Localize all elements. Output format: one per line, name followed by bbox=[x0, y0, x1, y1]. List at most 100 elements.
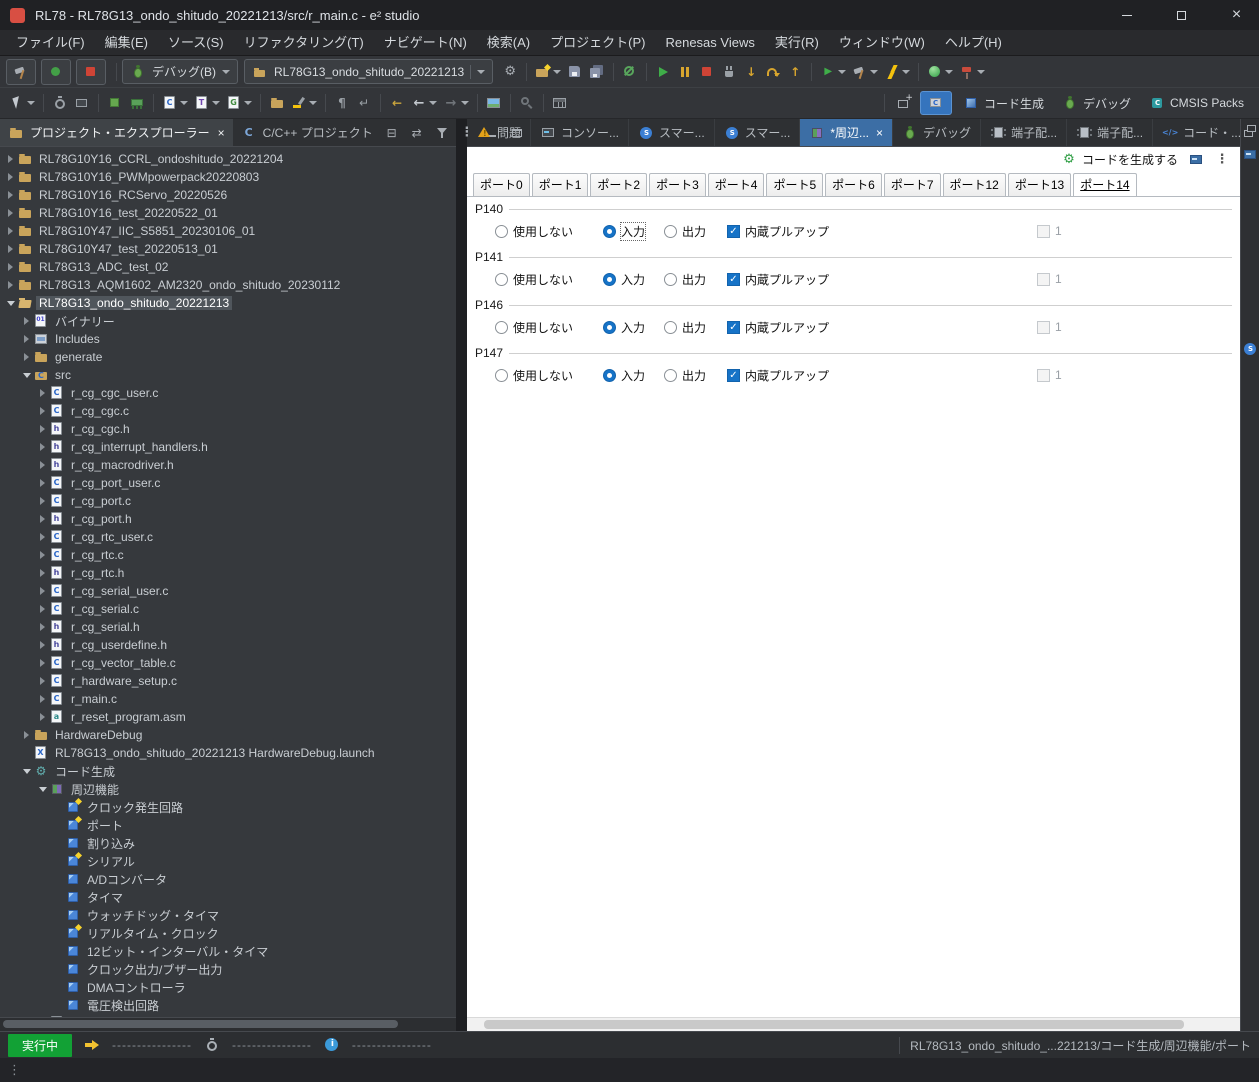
expand-arrow-icon[interactable] bbox=[4, 155, 17, 163]
tree-item[interactable]: r_cg_serial.h bbox=[0, 618, 456, 636]
tree-item[interactable]: r_cg_interrupt_handlers.h bbox=[0, 438, 456, 456]
port-tab-ポート5[interactable]: ポート5 bbox=[766, 173, 824, 196]
console-icon[interactable] bbox=[1188, 152, 1204, 168]
skip-breakpoint-button[interactable] bbox=[619, 62, 641, 82]
tree-item[interactable]: r_cg_serial.c bbox=[0, 600, 456, 618]
tree-item[interactable]: RL78G13_ondo_shitudo_20221213 bbox=[0, 294, 456, 312]
menu-item-10[interactable]: ウィンドウ(W) bbox=[829, 30, 935, 55]
radio-option[interactable]: 使用しない bbox=[495, 223, 603, 240]
expand-arrow-icon[interactable] bbox=[36, 425, 49, 433]
chip-green-button[interactable] bbox=[104, 93, 126, 113]
debug-config-combo[interactable]: デバッグ(B) bbox=[122, 59, 238, 84]
menu-item-9[interactable]: 実行(R) bbox=[765, 30, 829, 55]
tree-item[interactable]: r_main.c bbox=[0, 690, 456, 708]
expand-arrow-icon[interactable] bbox=[36, 407, 49, 415]
search-dim-button[interactable] bbox=[516, 93, 538, 113]
open-perspective-button[interactable] bbox=[894, 93, 916, 113]
expand-arrow-icon[interactable] bbox=[36, 389, 49, 397]
perspective-button-2[interactable]: デバッグ bbox=[1055, 92, 1138, 115]
brush-button[interactable] bbox=[288, 93, 320, 113]
resume-button[interactable] bbox=[652, 62, 674, 82]
tree-item[interactable]: src bbox=[0, 366, 456, 384]
tree-item[interactable]: バイナリー bbox=[0, 312, 456, 330]
tree-item[interactable]: r_cg_cgc.c bbox=[0, 402, 456, 420]
menu-item-6[interactable]: 検索(A) bbox=[477, 30, 540, 55]
port-tab-ポート2[interactable]: ポート2 bbox=[590, 173, 648, 196]
checkbox-icon[interactable] bbox=[1037, 272, 1050, 286]
expand-arrow-icon[interactable] bbox=[4, 173, 17, 181]
new-gfile-button[interactable] bbox=[223, 93, 255, 113]
tree-item[interactable]: リアルタイム・クロック bbox=[0, 924, 456, 942]
tree-item[interactable]: r_cg_serial_user.c bbox=[0, 582, 456, 600]
perspective-button-1[interactable]: コード生成 bbox=[956, 92, 1051, 115]
memory-button[interactable] bbox=[126, 93, 148, 113]
editor-tab-9[interactable]: コード・... bbox=[1153, 119, 1252, 146]
radio-selected-icon[interactable] bbox=[603, 320, 616, 334]
rail-console-blue-button[interactable] bbox=[1242, 147, 1258, 163]
gear-button[interactable] bbox=[499, 62, 521, 82]
menu-item-1[interactable]: ファイル(F) bbox=[6, 30, 95, 55]
radio-option[interactable]: 使用しない bbox=[495, 319, 603, 336]
expand-arrow-icon[interactable] bbox=[20, 731, 33, 739]
tree-item[interactable]: RL78G10Y47_test_20220513_01 bbox=[0, 240, 456, 258]
expand-arrow-icon[interactable] bbox=[4, 245, 17, 253]
trace-button[interactable] bbox=[71, 93, 93, 113]
expand-arrow-icon[interactable] bbox=[20, 335, 33, 343]
expand-arrow-icon[interactable] bbox=[36, 605, 49, 613]
tree-item[interactable]: r_cg_rtc.c bbox=[0, 546, 456, 564]
expand-arrow-icon[interactable] bbox=[36, 695, 49, 703]
editor-tab-8[interactable]: 端子配... bbox=[1067, 119, 1154, 146]
collapse-arrow-icon[interactable] bbox=[20, 769, 33, 774]
editor-tab-6[interactable]: デバッグ bbox=[893, 119, 982, 146]
step-return-button[interactable] bbox=[784, 62, 806, 82]
radio-option[interactable]: 使用しない bbox=[495, 367, 603, 384]
pullup-checkbox-option[interactable]: ✓ 内蔵プルアップ bbox=[727, 367, 857, 384]
generate-code-button[interactable]: コードを生成する bbox=[1061, 151, 1178, 168]
expand-arrow-icon[interactable] bbox=[36, 551, 49, 559]
radio-option[interactable]: 出力 bbox=[664, 223, 727, 240]
checkbox-icon[interactable]: ✓ bbox=[727, 368, 740, 382]
expand-arrow-icon[interactable] bbox=[4, 263, 17, 271]
editor-tab-7[interactable]: 端子配... bbox=[981, 119, 1068, 146]
extra-checkbox-option[interactable]: 1 bbox=[1037, 224, 1062, 238]
expand-arrow-icon[interactable] bbox=[36, 443, 49, 451]
image-button[interactable] bbox=[483, 93, 505, 113]
checkbox-icon[interactable] bbox=[1037, 368, 1050, 382]
menu-item-2[interactable]: 編集(E) bbox=[95, 30, 158, 55]
perspective-cpp-button[interactable] bbox=[919, 91, 952, 115]
radio-option[interactable]: 出力 bbox=[664, 319, 727, 336]
maximize-button[interactable] bbox=[506, 123, 528, 143]
grid-button[interactable] bbox=[549, 93, 571, 113]
link-editor-button[interactable] bbox=[406, 123, 428, 143]
tree-item[interactable]: RL78G13_ADC_test_02 bbox=[0, 258, 456, 276]
collapse-arrow-icon[interactable] bbox=[36, 787, 49, 792]
port-tab-ポート4[interactable]: ポート4 bbox=[707, 173, 765, 196]
flash-button[interactable] bbox=[881, 62, 913, 82]
tree-item[interactable]: r_hardware_setup.c bbox=[0, 672, 456, 690]
extra-checkbox-option[interactable]: 1 bbox=[1037, 320, 1062, 334]
port-tab-ポート6[interactable]: ポート6 bbox=[825, 173, 882, 196]
tree-item[interactable]: RL78G10Y16_CCRL_ondoshitudo_20221204 bbox=[0, 150, 456, 168]
tree-item[interactable]: タイマ bbox=[0, 888, 456, 906]
run-config-button[interactable] bbox=[817, 62, 849, 82]
expand-arrow-icon[interactable] bbox=[4, 227, 17, 235]
nav-back-button[interactable] bbox=[408, 93, 440, 113]
expand-arrow-icon[interactable] bbox=[36, 497, 49, 505]
explorer-horizontal-scrollbar[interactable] bbox=[0, 1017, 456, 1031]
collapse-arrow-icon[interactable] bbox=[20, 373, 33, 378]
collapse-arrow-icon[interactable] bbox=[4, 301, 17, 306]
tree-item[interactable]: 周辺機能 bbox=[0, 780, 456, 798]
tree-item[interactable]: 割り込み bbox=[0, 834, 456, 852]
rail-smart-mini-button[interactable] bbox=[1242, 341, 1258, 357]
radio-icon[interactable] bbox=[495, 224, 508, 238]
scrollbar-thumb[interactable] bbox=[484, 1020, 1184, 1029]
editor-tab-4[interactable]: スマー... bbox=[715, 119, 801, 146]
tree-item[interactable]: r_cg_port.h bbox=[0, 510, 456, 528]
save-button[interactable] bbox=[564, 62, 586, 82]
radio-icon[interactable] bbox=[664, 368, 677, 382]
terminate-button[interactable] bbox=[696, 62, 718, 82]
tree-item[interactable]: A/Dコンバータ bbox=[0, 870, 456, 888]
radio-icon[interactable] bbox=[664, 224, 677, 238]
close-window-button[interactable]: × bbox=[1214, 0, 1259, 30]
menu-item-3[interactable]: ソース(S) bbox=[158, 30, 234, 55]
